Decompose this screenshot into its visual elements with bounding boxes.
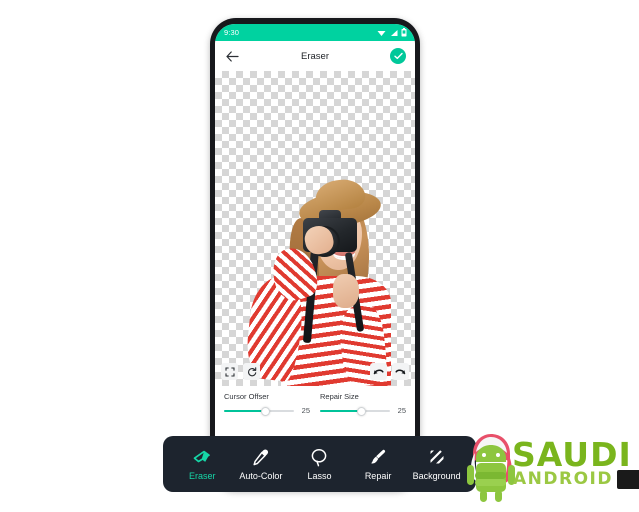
cursor-offset-slider[interactable] <box>224 407 294 416</box>
undo-icon <box>373 369 384 374</box>
status-bar: 9:30 <box>215 24 415 41</box>
cursor-offset-value: 25 <box>301 406 310 415</box>
lasso-icon <box>309 447 329 467</box>
app-bar: Eraser <box>215 41 415 71</box>
redo-icon <box>395 369 406 374</box>
tool-auto-color[interactable]: Auto-Color <box>232 447 291 481</box>
status-bar-time: 9:30 <box>224 27 239 37</box>
tool-eraser-label: Eraser <box>189 471 216 481</box>
tool-eraser[interactable]: Eraser <box>173 447 232 481</box>
eyedropper-icon <box>251 447 271 467</box>
phone-screen: 9:30 Eraser Cursor Offser 25 Repair Size… <box>215 24 415 484</box>
redo-button[interactable] <box>392 363 409 380</box>
back-button[interactable] <box>224 48 240 64</box>
watermark-secondary-text: ANDROID <box>513 469 613 489</box>
signal-icon <box>390 29 397 36</box>
cursor-offset-label: Cursor Offser <box>224 392 269 401</box>
repair-size-slider-block: Repair Size 25 <box>320 392 406 428</box>
repair-size-slider[interactable] <box>320 407 390 416</box>
undo-button[interactable] <box>370 363 387 380</box>
wifi-icon <box>377 30 386 36</box>
back-arrow-icon <box>225 50 239 62</box>
tool-repair[interactable]: Repair <box>349 447 408 481</box>
tool-auto-color-label: Auto-Color <box>239 471 283 481</box>
tool-lasso[interactable]: Lasso <box>290 447 349 481</box>
reset-button[interactable] <box>243 363 260 380</box>
repair-size-label: Repair Size <box>320 392 359 401</box>
paintbrush-icon <box>368 447 388 467</box>
canvas-left-controls <box>221 363 260 380</box>
tool-dock: Eraser Auto-Color Lasso Repair Backgroun… <box>163 436 476 492</box>
refresh-icon <box>247 366 256 376</box>
repair-size-slider-row: 25 <box>320 406 406 416</box>
confirm-button[interactable] <box>390 48 406 64</box>
phone-device-frame: 9:30 Eraser Cursor Offser 25 Repair Size… <box>210 18 420 490</box>
repair-size-slider-fill <box>320 409 361 412</box>
tool-repair-label: Repair <box>364 471 392 481</box>
cursor-offset-slider-block: Cursor Offser 25 <box>224 392 310 428</box>
cursor-offset-slider-row: 25 <box>224 406 310 416</box>
editor-canvas[interactable] <box>215 71 415 386</box>
cursor-offset-slider-fill <box>224 409 265 412</box>
eraser-icon <box>192 447 212 467</box>
saudi-android-watermark: SAUDI ANDROID <box>455 424 639 512</box>
repair-size-value: 25 <box>397 406 406 415</box>
fullscreen-icon <box>224 366 235 377</box>
repair-size-slider-knob[interactable] <box>357 407 367 416</box>
tool-lasso-label: Lasso <box>307 471 332 481</box>
tool-background[interactable]: Background <box>407 447 466 481</box>
watermark-primary-text: SAUDI <box>512 435 632 474</box>
status-bar-icons <box>377 28 407 37</box>
fit-to-screen-button[interactable] <box>221 363 238 380</box>
slider-controls: Cursor Offser 25 Repair Size 25 <box>215 386 415 428</box>
subject-photo-cutout <box>229 156 399 386</box>
cursor-offset-slider-knob[interactable] <box>261 407 271 416</box>
watermark-bar <box>617 470 639 489</box>
tool-background-label: Background <box>412 471 461 481</box>
battery-icon <box>401 28 407 37</box>
check-icon <box>393 52 403 60</box>
page-title: Eraser <box>301 50 329 62</box>
diagonal-stripes-icon <box>428 447 446 467</box>
canvas-right-controls <box>370 363 409 380</box>
